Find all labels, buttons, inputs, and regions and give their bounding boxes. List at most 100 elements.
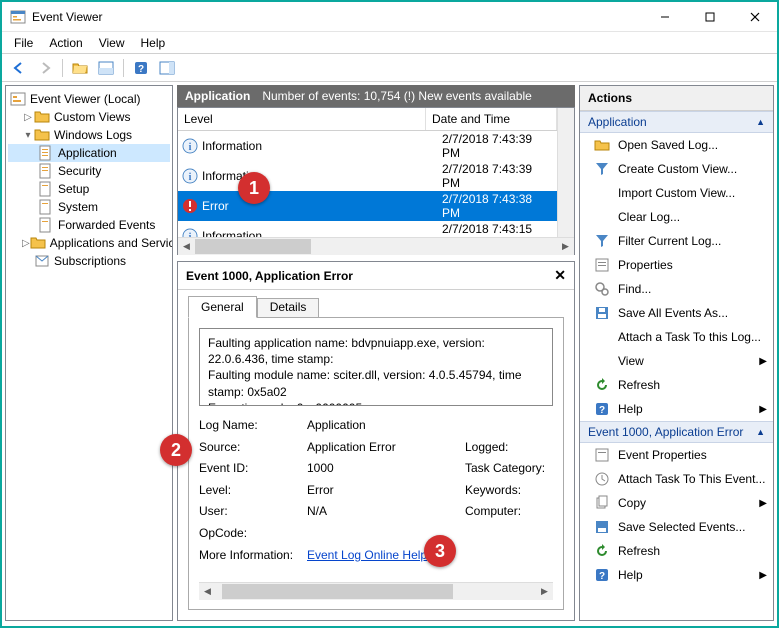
action-filter-log[interactable]: Filter Current Log... (580, 229, 773, 253)
help-button[interactable]: ? (130, 57, 152, 79)
action-event-properties[interactable]: Event Properties (580, 443, 773, 467)
detail-horizontal-scrollbar[interactable]: ◀ ▶ (199, 582, 553, 599)
action-help2[interactable]: ?Help▶ (580, 563, 773, 587)
info-icon: i (182, 168, 198, 184)
action-label: Refresh (618, 544, 660, 558)
actions-section-event[interactable]: Event 1000, Application Error ▲ (580, 421, 773, 443)
subscriptions-icon (34, 253, 50, 269)
actions-section-application[interactable]: Application ▲ (580, 111, 773, 133)
scroll-right-icon[interactable]: ▶ (557, 238, 574, 255)
tab-general[interactable]: General (188, 296, 257, 318)
scroll-left-icon[interactable]: ◀ (178, 238, 195, 255)
action-attach-task-event[interactable]: Attach Task To This Event... (580, 467, 773, 491)
action-import-custom-view[interactable]: Import Custom View... (580, 181, 773, 205)
list-row[interactable]: iInformation2/7/2018 7:43:39 PM (178, 161, 557, 191)
blank-icon (594, 329, 610, 345)
action-refresh2[interactable]: Refresh (580, 539, 773, 563)
open-icon (594, 137, 610, 153)
forward-button[interactable] (34, 57, 56, 79)
action-label: Clear Log... (618, 210, 680, 224)
tree-label: Subscriptions (54, 254, 126, 268)
details-pane-button[interactable] (95, 57, 117, 79)
maximize-button[interactable] (687, 2, 732, 31)
scroll-right-icon[interactable]: ▶ (536, 583, 553, 600)
tree-forwarded[interactable]: Forwarded Events (8, 216, 170, 234)
back-button[interactable] (8, 57, 30, 79)
action-save-all[interactable]: Save All Events As... (580, 301, 773, 325)
action-properties[interactable]: Properties (580, 253, 773, 277)
menu-action[interactable]: Action (41, 34, 90, 52)
computer-label: Computer: (465, 502, 560, 521)
tree-root[interactable]: Event Viewer (Local) (8, 90, 170, 108)
scroll-thumb[interactable] (195, 239, 311, 254)
close-detail-button[interactable]: ✕ (554, 267, 566, 284)
action-open-saved-log[interactable]: Open Saved Log... (580, 133, 773, 157)
minimize-button[interactable] (642, 2, 687, 31)
action-save-selected[interactable]: Save Selected Events... (580, 515, 773, 539)
list-header: Application Number of events: 10,754 (!)… (177, 85, 575, 107)
row-datetime: 2/7/2018 7:43:15 PM (442, 222, 553, 237)
log-name-label: Log Name: (199, 416, 299, 435)
collapse-icon[interactable]: ▲ (756, 427, 765, 437)
detail-header: Event 1000, Application Error ✕ (178, 262, 574, 290)
tree-application[interactable]: Application (8, 144, 170, 162)
col-level[interactable]: Level (178, 108, 426, 130)
vertical-scrollbar[interactable] (557, 108, 574, 237)
action-view[interactable]: View▶ (580, 349, 773, 373)
tree-label: System (58, 200, 98, 214)
help-icon: ? (594, 401, 610, 417)
copy-icon (594, 495, 610, 511)
expand-icon[interactable]: ▷ (22, 112, 34, 123)
action-find[interactable]: Find... (580, 277, 773, 301)
user-value: N/A (307, 502, 457, 521)
actions-pane-button[interactable] (156, 57, 178, 79)
scroll-track[interactable] (195, 238, 557, 255)
folder-icon (34, 127, 50, 143)
log-icon (38, 199, 54, 215)
tree-app-services[interactable]: ▷ Applications and Services Logs (8, 234, 170, 252)
action-label: View (618, 354, 644, 368)
online-help-link[interactable]: Event Log Online Help (307, 548, 427, 562)
tree-security[interactable]: Security (8, 162, 170, 180)
menu-help[interactable]: Help (133, 34, 174, 52)
list-row[interactable]: iInformation2/7/2018 7:43:15 PM (178, 221, 557, 237)
tree-label: Security (58, 164, 101, 178)
tree-custom-views[interactable]: ▷ Custom Views (8, 108, 170, 126)
menu-view[interactable]: View (91, 34, 133, 52)
action-attach-task[interactable]: Attach a Task To this Log... (580, 325, 773, 349)
fault-line: Exception code: 0xc0000005 (208, 400, 544, 406)
action-clear-log[interactable]: Clear Log... (580, 205, 773, 229)
list-row[interactable]: iInformation2/7/2018 7:43:39 PM (178, 131, 557, 161)
tree-label: Application (58, 146, 117, 160)
action-label: Attach Task To This Event... (618, 472, 765, 486)
tree-windows-logs[interactable]: ▾ Windows Logs (8, 126, 170, 144)
expand-icon[interactable]: ▷ (22, 238, 30, 249)
tree-setup[interactable]: Setup (8, 180, 170, 198)
scroll-track[interactable] (216, 583, 536, 600)
list-row[interactable]: Error2/7/2018 7:43:38 PM (178, 191, 557, 221)
close-button[interactable] (732, 2, 777, 31)
blank-icon (594, 209, 610, 225)
action-refresh[interactable]: Refresh (580, 373, 773, 397)
row-datetime: 2/7/2018 7:43:39 PM (442, 162, 553, 190)
list-header-title: Application (185, 89, 250, 103)
tree-subscriptions[interactable]: Subscriptions (8, 252, 170, 270)
open-button[interactable] (69, 57, 91, 79)
col-datetime[interactable]: Date and Time (426, 108, 557, 130)
action-copy[interactable]: Copy▶ (580, 491, 773, 515)
collapse-icon[interactable]: ▾ (22, 130, 34, 141)
submenu-arrow-icon: ▶ (759, 570, 767, 581)
log-icon (38, 217, 54, 233)
scroll-left-icon[interactable]: ◀ (199, 583, 216, 600)
scroll-thumb[interactable] (222, 584, 452, 599)
menu-file[interactable]: File (6, 34, 41, 52)
detail-tabs: General Details (178, 290, 574, 318)
action-create-custom-view[interactable]: Create Custom View... (580, 157, 773, 181)
tree-system[interactable]: System (8, 198, 170, 216)
tab-details[interactable]: Details (257, 298, 320, 318)
action-label: Find... (618, 282, 651, 296)
action-help[interactable]: ?Help▶ (580, 397, 773, 421)
collapse-icon[interactable]: ▲ (756, 117, 765, 127)
horizontal-scrollbar[interactable]: ◀ ▶ (178, 237, 574, 254)
action-label: Properties (618, 258, 673, 272)
